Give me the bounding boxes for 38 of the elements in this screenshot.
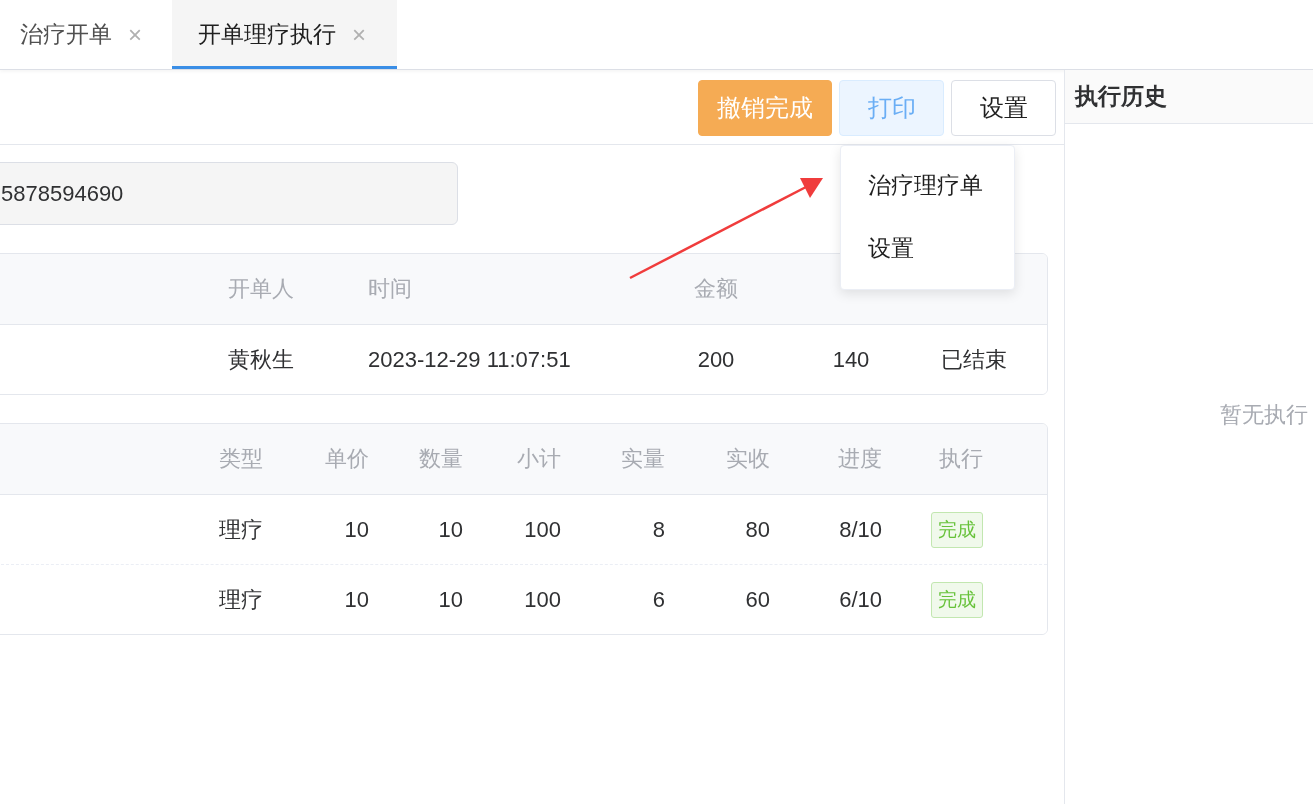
column-header: 类型 bbox=[218, 445, 264, 473]
table-cell-text: 8/10 bbox=[838, 516, 883, 543]
panel-title: 执行历史 bbox=[1065, 70, 1313, 124]
column-header: 进度 bbox=[837, 445, 883, 473]
table-cell-text: 10 bbox=[437, 516, 464, 543]
table-cell-text: 140 bbox=[831, 346, 871, 373]
table-cell-text: 10 bbox=[343, 586, 370, 613]
settings-button[interactable]: 设置 bbox=[951, 80, 1056, 136]
column-header: 开单人 bbox=[227, 275, 295, 303]
table-cell-text: 10 bbox=[437, 586, 464, 613]
column-header: 实收 bbox=[725, 445, 771, 473]
table-cell-text: 2023-12-29 11:07:51 bbox=[367, 346, 572, 373]
table-cell-text: 6/10 bbox=[838, 586, 883, 613]
table-cell-text: 80 bbox=[744, 516, 771, 543]
menu-item[interactable]: 治疗理疗单 bbox=[841, 164, 1014, 227]
column-header: 实量 bbox=[620, 445, 666, 473]
table-cell-text: 理疗 bbox=[218, 585, 264, 614]
table-cell-text: 已结束 bbox=[940, 345, 1008, 374]
table-cell-text: 黄秋生 bbox=[227, 345, 295, 374]
column-header: 时间 bbox=[367, 275, 413, 303]
table-cell-text: 6 bbox=[651, 586, 666, 613]
menu-item[interactable]: 设置 bbox=[841, 226, 1014, 289]
column-header: 执行 bbox=[938, 445, 984, 473]
table-cell-text: 10 bbox=[343, 516, 370, 543]
column-header: 金额 bbox=[693, 275, 739, 303]
empty-message: 暂无执行 bbox=[1220, 402, 1308, 427]
tab[interactable]: 治疗开单 × bbox=[0, 0, 172, 69]
table-cell-text: 100 bbox=[523, 586, 562, 613]
tab[interactable]: 开单理疗执行 × bbox=[172, 0, 397, 69]
column-header: 小计 bbox=[516, 445, 562, 473]
table-cell-text: 60 bbox=[744, 586, 771, 613]
table-cell-text: 理疗 bbox=[218, 515, 264, 544]
table-cell-text: 100 bbox=[523, 516, 562, 543]
column-header: 单价 bbox=[324, 445, 370, 473]
table-cell-text: 8 bbox=[651, 516, 666, 543]
search-field[interactable]: 5878594690 bbox=[0, 162, 458, 225]
table-cell-text: 200 bbox=[696, 346, 736, 373]
column-header: 数量 bbox=[418, 445, 464, 473]
